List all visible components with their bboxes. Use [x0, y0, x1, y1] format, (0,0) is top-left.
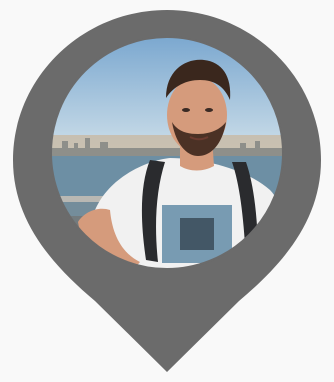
- map-marker-avatar[interactable]: [0, 0, 334, 382]
- map-pin-icon: [13, 10, 321, 372]
